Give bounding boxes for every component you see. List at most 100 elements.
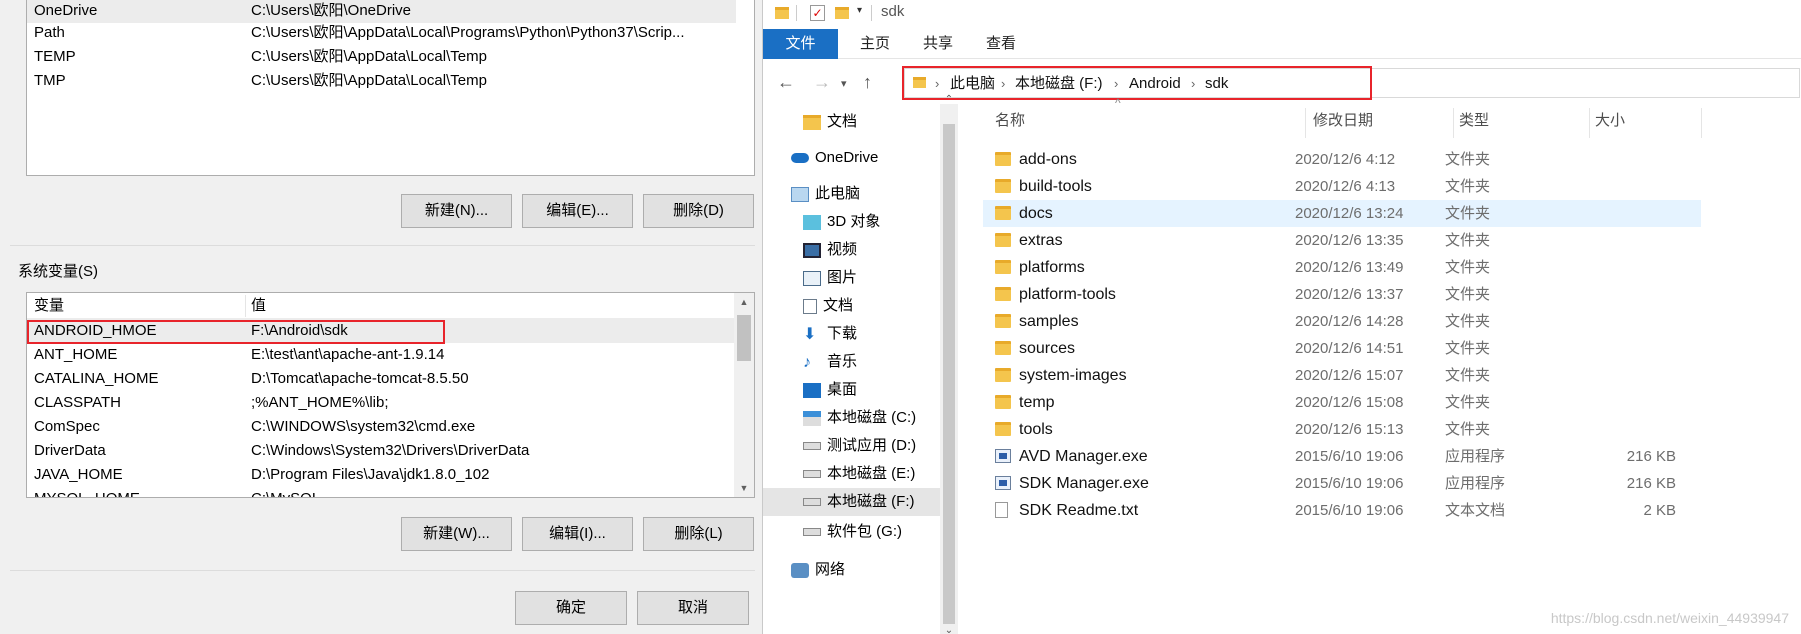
scroll-down-arrow-icon[interactable]: ⌄ [940, 625, 958, 634]
tab-home[interactable]: 主页 [845, 29, 905, 59]
column-divider[interactable] [1453, 108, 1454, 138]
nav-item-documents-quick[interactable]: 文档 [803, 108, 857, 136]
user-new-button[interactable]: 新建(N)... [401, 194, 512, 228]
table-row[interactable]: ANT_HOME E:\test\ant\apache-ant-1.9.14 [27, 343, 736, 367]
user-edit-button[interactable]: 编辑(E)... [522, 194, 633, 228]
title-bar: ✓ ▾ sdk [763, 0, 1801, 27]
nav-item-music[interactable]: ♪ 音乐 [803, 348, 857, 376]
back-arrow-icon[interactable]: ← [777, 72, 795, 93]
nav-item-drive-c[interactable]: 本地磁盘 (C:) [803, 404, 916, 432]
nav-label: 视频 [827, 241, 858, 258]
file-row[interactable]: docs 2020/12/6 13:24 文件夹 [983, 200, 1701, 227]
file-row[interactable]: build-tools 2020/12/6 4:13 文件夹 [983, 173, 1701, 200]
table-row[interactable]: CATALINA_HOME D:\Tomcat\apache-tomcat-8.… [27, 367, 736, 391]
variable-name: MYSQL_HOME [34, 487, 140, 497]
nav-item-drive-d[interactable]: 测试应用 (D:) [803, 432, 916, 460]
file-row[interactable]: add-ons 2020/12/6 4:12 文件夹 [983, 146, 1701, 173]
nav-item-3d-objects[interactable]: 3D 对象 [803, 208, 880, 236]
file-row[interactable]: SDK Readme.txt 2015/6/10 19:06 文本文档 2 KB [983, 497, 1701, 524]
nav-item-network[interactable]: 网络 [791, 556, 845, 584]
file-date: 2015/6/10 19:06 [1295, 502, 1404, 519]
file-row[interactable]: temp 2020/12/6 15:08 文件夹 [983, 389, 1701, 416]
nav-item-drive-f[interactable]: 本地磁盘 (F:) [763, 488, 940, 516]
recent-dropdown-icon[interactable]: ▾ [841, 77, 847, 90]
tab-share[interactable]: 共享 [908, 29, 968, 59]
cancel-button[interactable]: 取消 [637, 591, 749, 625]
table-row[interactable]: ComSpec C:\WINDOWS\system32\cmd.exe [27, 415, 736, 439]
table-row[interactable]: CLASSPATH ;%ANT_HOME%\lib; [27, 391, 736, 415]
tab-file[interactable]: 文件 [763, 29, 838, 59]
column-header-value[interactable]: 值 [251, 293, 266, 319]
nav-item-onedrive[interactable]: OneDrive [791, 144, 878, 172]
table-row[interactable]: TEMP C:\Users\欧阳\AppData\Local\Temp [27, 45, 736, 69]
column-divider[interactable] [1701, 108, 1702, 138]
file-row[interactable]: samples 2020/12/6 14:28 文件夹 [983, 308, 1701, 335]
column-header-type[interactable]: 类型 [1459, 104, 1489, 138]
table-row[interactable]: JAVA_HOME D:\Program Files\Java\jdk1.8.0… [27, 463, 736, 487]
group-divider [10, 245, 755, 246]
column-divider[interactable] [245, 295, 246, 317]
ribbon-tabs: 文件 主页 共享 查看 [763, 29, 1801, 59]
column-divider[interactable] [1589, 108, 1590, 138]
folder-icon [995, 206, 1011, 220]
file-row[interactable]: tools 2020/12/6 15:13 文件夹 [983, 416, 1701, 443]
file-name: tools [1019, 421, 1053, 438]
navigation-scrollbar[interactable]: ⌃ ⌄ [940, 94, 958, 634]
system-edit-button[interactable]: 编辑(I)... [522, 517, 633, 551]
new-folder-icon[interactable] [835, 7, 849, 19]
file-row[interactable]: platforms 2020/12/6 13:49 文件夹 [983, 254, 1701, 281]
column-divider[interactable] [1305, 108, 1306, 138]
user-variables-list[interactable]: OneDrive C:\Users\欧阳\OneDrive Path C:\Us… [26, 0, 755, 176]
file-row[interactable]: SDK Manager.exe 2015/6/10 19:06 应用程序 216 KB [983, 470, 1701, 497]
system-delete-button[interactable]: 删除(L) [643, 517, 754, 551]
folder-icon [995, 152, 1011, 166]
list-scrollbar[interactable]: ▲ ▼ [734, 293, 754, 497]
scroll-thumb[interactable] [943, 124, 955, 624]
file-row[interactable]: platform-tools 2020/12/6 13:37 文件夹 [983, 281, 1701, 308]
forward-arrow-icon[interactable]: → [813, 72, 831, 93]
nav-item-drive-g[interactable]: 软件包 (G:) [803, 518, 902, 546]
properties-icon[interactable]: ✓ [810, 5, 825, 21]
table-row[interactable]: OneDrive C:\Users\欧阳\OneDrive [27, 0, 736, 23]
variable-value: C:\Users\欧阳\AppData\Local\Temp [251, 72, 487, 89]
variable-value: E:\test\ant\apache-ant-1.9.14 [251, 346, 445, 363]
column-header-date[interactable]: 修改日期 [1313, 104, 1373, 138]
table-row[interactable]: TMP C:\Users\欧阳\AppData\Local\Temp [27, 69, 736, 93]
file-type: 应用程序 [1445, 448, 1506, 465]
file-row[interactable]: extras 2020/12/6 13:35 文件夹 [983, 227, 1701, 254]
table-row[interactable]: Path C:\Users\欧阳\AppData\Local\Programs\… [27, 21, 736, 45]
file-row[interactable]: sources 2020/12/6 14:51 文件夹 [983, 335, 1701, 362]
variable-name: JAVA_HOME [34, 466, 123, 483]
file-name: SDK Readme.txt [1019, 502, 1139, 519]
ok-button[interactable]: 确定 [515, 591, 627, 625]
tab-view[interactable]: 查看 [971, 29, 1031, 59]
nav-item-desktop[interactable]: 桌面 [803, 376, 857, 404]
file-name: docs [1019, 205, 1053, 222]
quick-access-dropdown-icon[interactable]: ▾ [857, 5, 862, 16]
scroll-down-arrow-icon[interactable]: ▼ [734, 479, 754, 497]
column-header-name[interactable]: 名称 [995, 104, 1025, 138]
nav-item-this-pc[interactable]: 此电脑 [791, 180, 860, 208]
scroll-up-arrow-icon[interactable]: ▲ [734, 293, 754, 311]
column-header-size[interactable]: 大小 [1595, 104, 1625, 138]
file-name: platforms [1019, 259, 1085, 276]
file-type: 文件夹 [1445, 421, 1491, 438]
file-row[interactable]: AVD Manager.exe 2015/6/10 19:06 应用程序 216 KB [983, 443, 1701, 470]
nav-item-downloads[interactable]: ⬇ 下载 [803, 320, 857, 348]
file-row[interactable]: system-images 2020/12/6 15:07 文件夹 [983, 362, 1701, 389]
scroll-up-arrow-icon[interactable]: ⌃ [940, 94, 958, 105]
nav-label: 本地磁盘 (C:) [827, 409, 917, 426]
nav-item-pictures[interactable]: 图片 [803, 264, 857, 292]
folder-icon [995, 395, 1011, 409]
nav-item-drive-e[interactable]: 本地磁盘 (E:) [803, 460, 915, 488]
user-delete-button[interactable]: 删除(D) [643, 194, 754, 228]
nav-item-documents[interactable]: 文档 [803, 292, 853, 320]
scroll-thumb[interactable] [737, 315, 751, 361]
table-row[interactable]: DriverData C:\Windows\System32\Drivers\D… [27, 439, 736, 463]
file-name: sources [1019, 340, 1076, 357]
system-new-button[interactable]: 新建(W)... [401, 517, 512, 551]
nav-item-videos[interactable]: 视频 [803, 236, 857, 264]
up-arrow-icon[interactable]: ↑ [863, 72, 872, 93]
table-row[interactable]: MYSQL_HOME C:\MySQL [27, 487, 736, 497]
column-header-variable[interactable]: 变量 [34, 293, 64, 319]
